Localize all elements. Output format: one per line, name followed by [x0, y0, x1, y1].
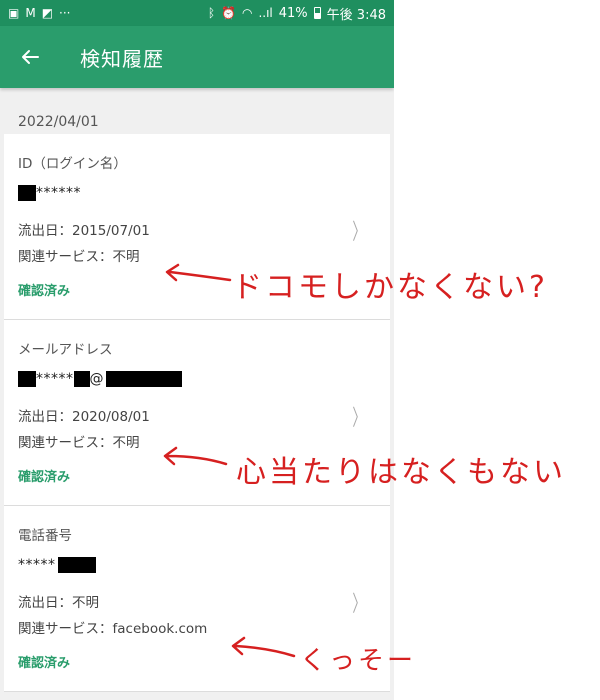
leaked-date: 流出日：2020/08/01 [18, 409, 150, 425]
annotation-note-3: くっそー [300, 646, 417, 676]
record-value: ***** [18, 550, 376, 580]
more-notifications-icon: ··· [59, 6, 71, 20]
wifi-icon: ◠ [241, 6, 253, 20]
masked-text: ***** [18, 557, 56, 573]
phone-screen: ▣ M ◩ ··· ᛒ ⏰ ◠ ..ıl 41% 午後 3:48 検知履歴 20… [0, 0, 394, 700]
arrow-left-icon [22, 50, 39, 64]
leaked-date: 流出日：2015/07/01 [18, 223, 150, 239]
clock: 午後 3:48 [326, 7, 386, 23]
annotation-note-1: ドコモしかなくない? [232, 270, 548, 305]
record-label: メールアドレス [18, 342, 113, 358]
back-button[interactable] [0, 26, 60, 88]
chevron-right-icon: 〉 [352, 220, 366, 245]
redaction-block [73, 371, 90, 387]
masked-text: ****** [36, 185, 81, 201]
signal-icon: ..ıl [258, 6, 273, 20]
at-sign: @ [89, 371, 104, 387]
image-notification-icon: ▣ [8, 6, 20, 20]
app-bar: 検知履歴 [0, 26, 394, 88]
annotation-arrow-3 [231, 636, 296, 658]
record-label: 電話番号 [18, 528, 72, 544]
status-bar: ▣ M ◩ ··· ᛒ ⏰ ◠ ..ıl 41% 午後 3:48 [0, 0, 394, 26]
record-value: ***** @ [18, 364, 376, 394]
page-title: 検知履歴 [80, 46, 164, 71]
masked-text: ***** [36, 371, 74, 387]
alarm-icon: ⏰ [221, 6, 236, 20]
record-value: ****** [18, 178, 376, 208]
redaction-block [18, 185, 36, 201]
annotation-arrow-1 [165, 263, 232, 282]
bluetooth-icon: ᛒ [207, 6, 216, 20]
battery-percent: 41% [278, 5, 308, 21]
status-bar-right: ᛒ ⏰ ◠ ..ıl 41% 午後 3:48 [208, 4, 386, 23]
photo-notification-icon: ◩ [41, 6, 54, 20]
leaked-date: 流出日：不明 [18, 595, 99, 611]
annotation-note-2: 心当たりはなくもない [236, 455, 566, 490]
mail-notification-icon: M [25, 6, 36, 20]
record-label: ID（ログイン名） [18, 156, 127, 172]
annotation-arrow-2 [163, 446, 228, 466]
date-header: 2022/04/01 [18, 114, 99, 130]
chevron-right-icon: 〉 [352, 592, 366, 617]
status-bar-left: ▣ M ◩ ··· [8, 7, 71, 19]
battery-icon [313, 7, 321, 19]
redaction-block [18, 371, 36, 387]
redaction-block [106, 371, 182, 387]
redaction-block [57, 557, 96, 573]
chevron-right-icon: 〉 [352, 406, 366, 431]
related-service: 関連サービス：facebook.com [18, 621, 208, 637]
